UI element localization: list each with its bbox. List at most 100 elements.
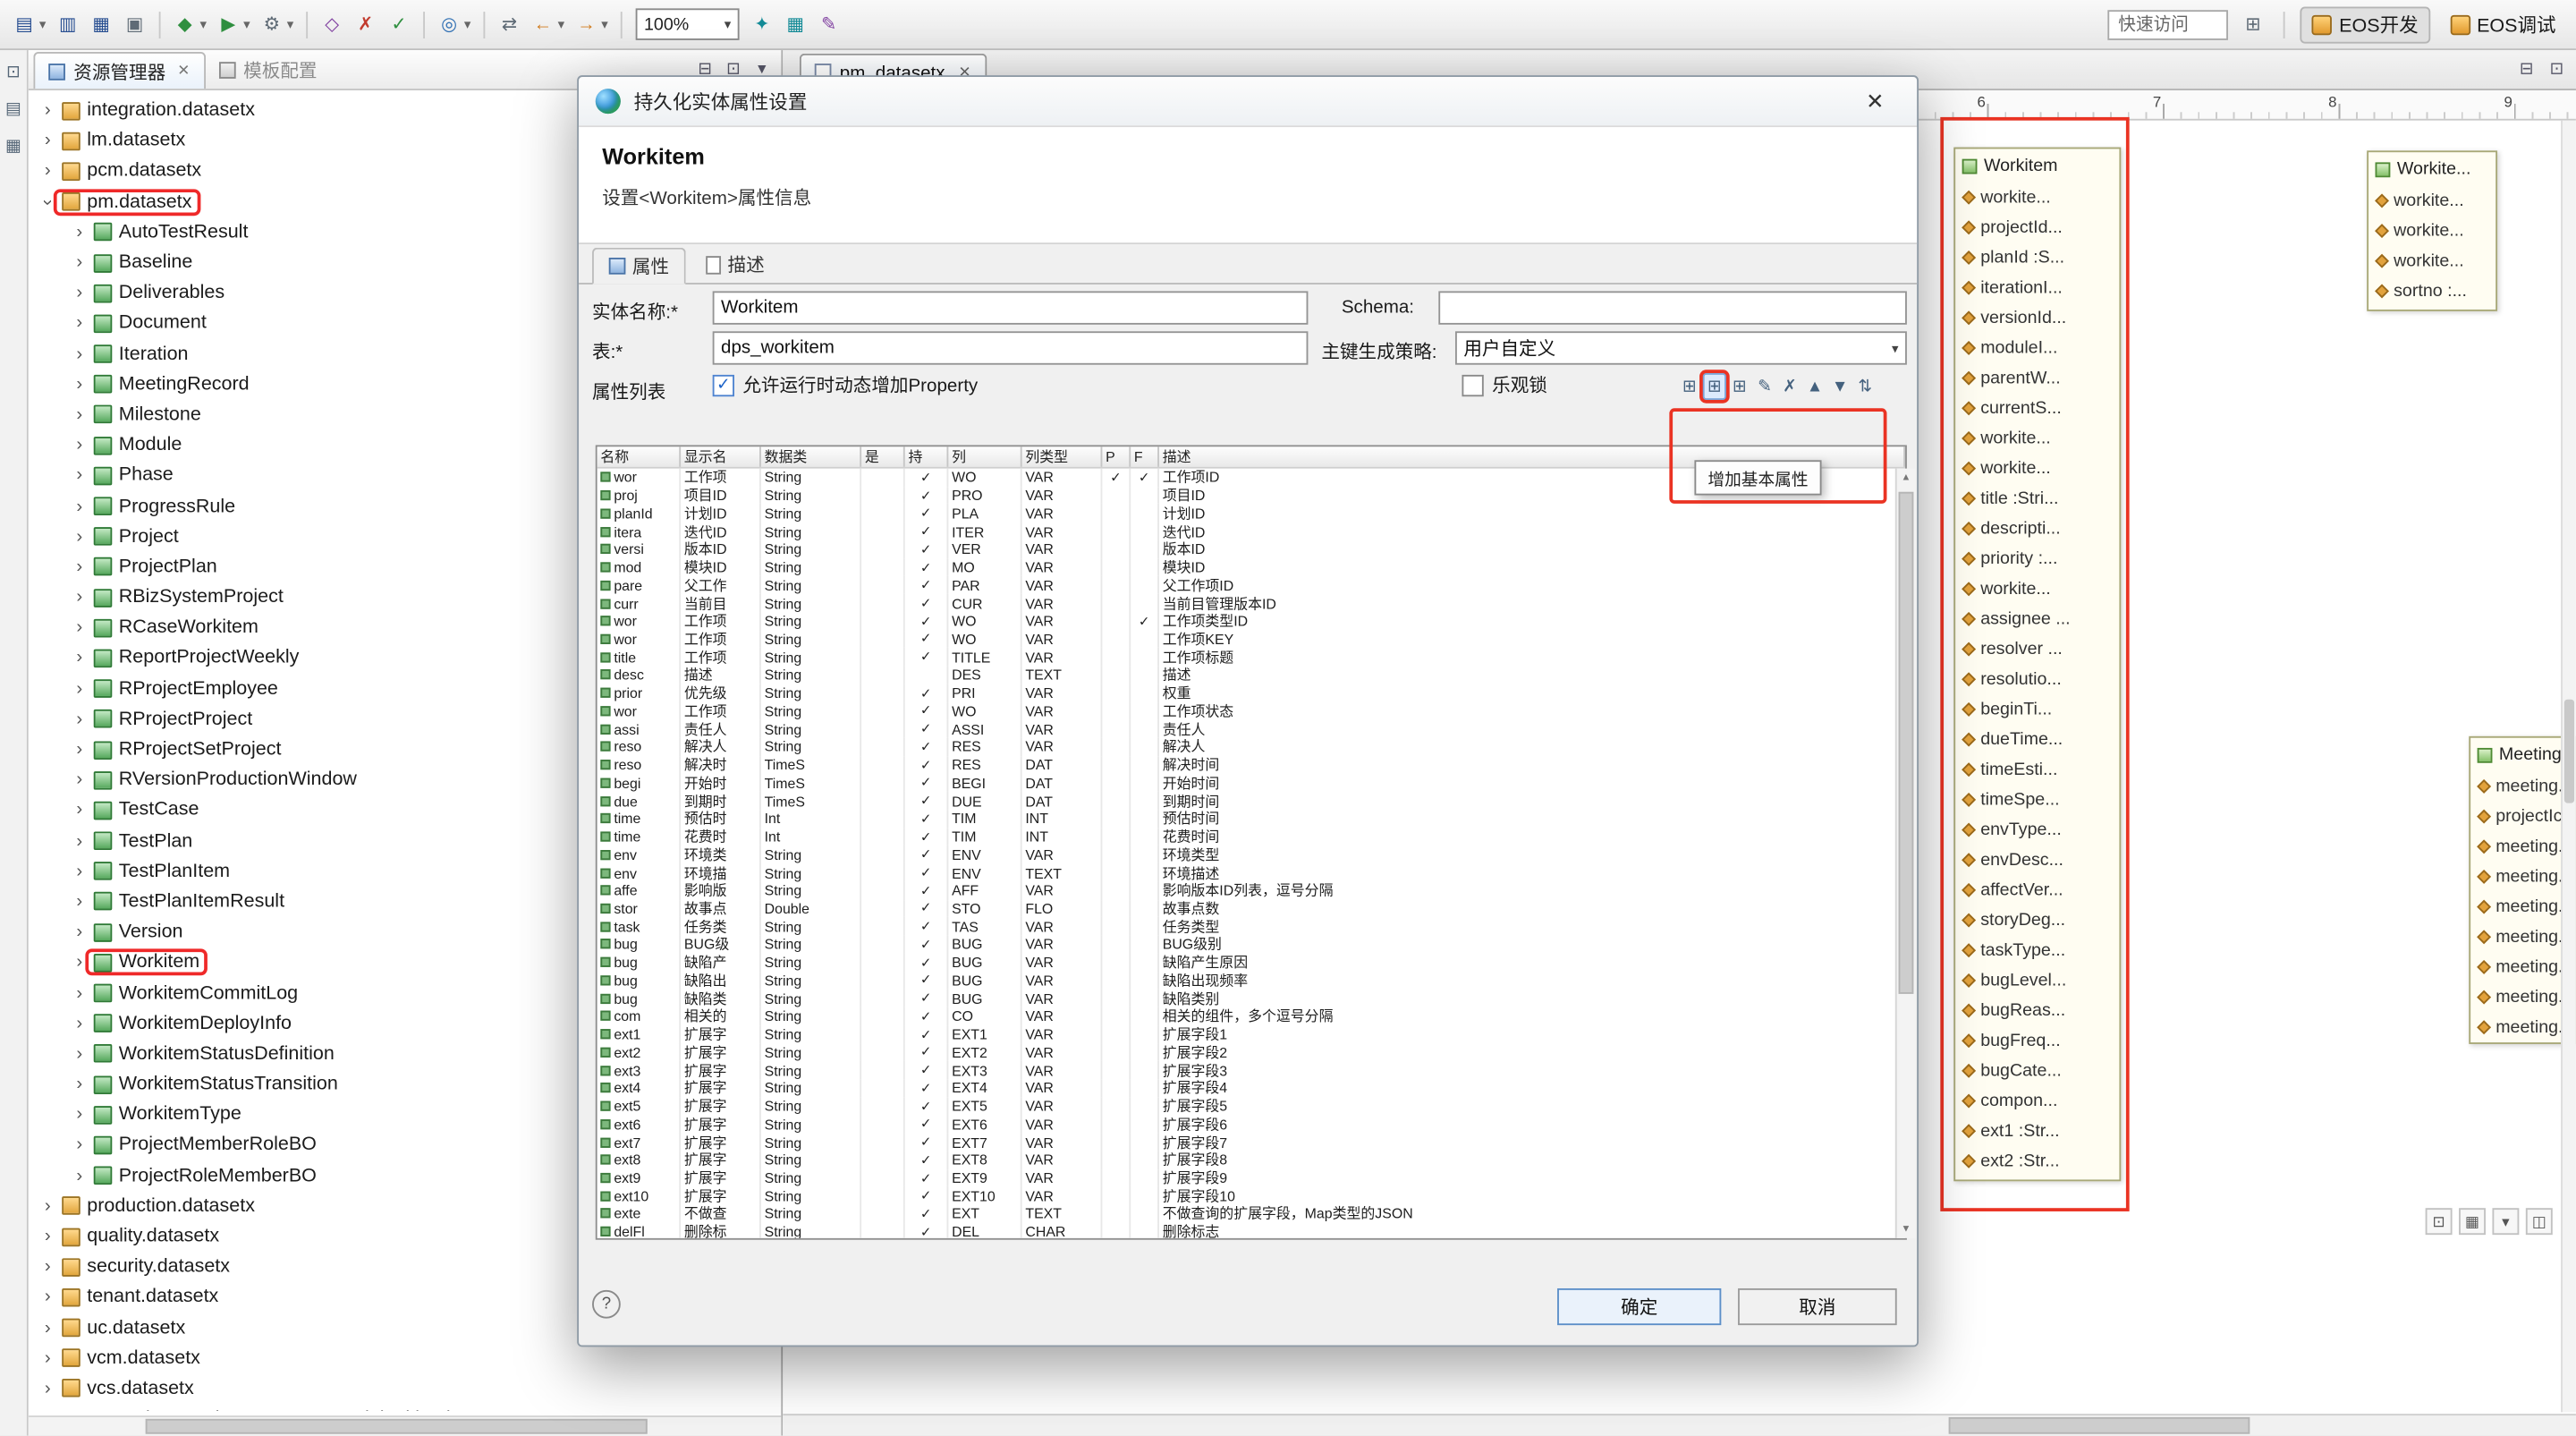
scrollbar-thumb[interactable] (2564, 700, 2574, 803)
property-tool-icon[interactable]: ⊞ (1703, 373, 1726, 400)
property-tool-icon[interactable]: ⊞ (1678, 373, 1701, 400)
tree-expander-icon[interactable]: › (71, 983, 89, 1003)
layers-icon[interactable]: ◫ (2526, 1208, 2553, 1235)
entity-field[interactable]: versionId... (1955, 302, 2119, 333)
entity-field[interactable]: parentW... (1955, 363, 2119, 394)
table-row[interactable]: assi 责任人 String ✓ ASSI VAR 责任人 (597, 720, 1905, 738)
tree-expander-icon[interactable]: › (38, 1409, 57, 1411)
table-row[interactable]: time 预估时 Int ✓ TIM INT 预估时间 (597, 810, 1905, 828)
entity-field[interactable]: storyDeg... (1955, 905, 2119, 936)
entity-workitem[interactable]: Workitem workite... projectId... (1953, 148, 2121, 1182)
toolbar-icon[interactable]: ▾ (460, 8, 475, 40)
entity-field[interactable]: planId :S... (1955, 242, 2119, 273)
entity-field[interactable]: meeting... (2470, 922, 2574, 952)
table-row[interactable]: reso 解决人 String ✓ RES VAR 解决人 (597, 738, 1905, 756)
tree-expander-icon[interactable]: › (71, 313, 89, 333)
explorer-hscrollbar[interactable] (29, 1415, 782, 1435)
toolbar-icon[interactable]: ⇄ (494, 8, 526, 40)
table-row[interactable]: task 任务类 String ✓ TAS VAR 任务类型 (597, 917, 1905, 935)
entity-field[interactable]: projectId... (1955, 213, 2119, 243)
table-row[interactable]: reso 解决时 TimeS ✓ RES DAT 解决时间 (597, 756, 1905, 774)
tree-expander-icon[interactable]: › (38, 1318, 57, 1338)
entity-field[interactable]: resolutio... (1955, 664, 2119, 694)
entity-field[interactable]: meeting... (2470, 771, 2574, 802)
entity-header[interactable]: Workitem (1955, 149, 2119, 182)
tree-expander-icon[interactable]: › (71, 922, 89, 942)
overview-icon[interactable]: ⊡ (2426, 1208, 2453, 1235)
tree-expander-icon[interactable]: › (38, 1348, 57, 1368)
table-row[interactable]: ext8 扩展字 String ✓ EXT8 VAR 扩展字段8 (597, 1151, 1905, 1168)
toolbar-icon[interactable] (423, 11, 425, 38)
tab-template-config[interactable]: 模板配置 (205, 52, 330, 89)
grid-icon[interactable]: ▦ (2459, 1208, 2486, 1235)
entity-field[interactable]: meeting... (2470, 982, 2574, 1013)
property-tool-icon[interactable]: ✗ (1778, 373, 1801, 400)
table-row[interactable]: com 相关的 String ✓ CO VAR 相关的组件，多个逗号分隔 (597, 1007, 1905, 1025)
entity-field[interactable]: ext1 :Str... (1955, 1116, 2119, 1146)
entity-field[interactable]: iterationI... (1955, 273, 2119, 303)
tree-expander-icon[interactable]: › (71, 527, 89, 547)
entity-field[interactable]: bugLevel... (1955, 965, 2119, 996)
tree-expander-icon[interactable]: › (38, 1287, 57, 1307)
pk-strategy-select[interactable]: 用户自定义 ▾ (1455, 331, 1907, 364)
perspective-eos-dev-button[interactable]: EOS开发 (2301, 6, 2430, 43)
close-button[interactable]: ✕ (1850, 83, 1900, 120)
table-row[interactable]: title 工作项 String ✓ TITLE VAR 工作项标题 (597, 648, 1905, 666)
entity-field[interactable]: taskType... (1955, 935, 2119, 965)
perspective-eos-debug-button[interactable]: EOS调试 (2438, 6, 2568, 43)
toolbar-icon[interactable]: ✓ (383, 8, 415, 40)
tree-expander-icon[interactable]: › (38, 1196, 57, 1216)
entity-field[interactable]: affectVer... (1955, 875, 2119, 905)
tree-expander-icon[interactable]: › (71, 1075, 89, 1094)
table-row[interactable]: ext10 扩展字 String ✓ EXT10 VAR 扩展字段10 (597, 1187, 1905, 1205)
table-row[interactable]: ext3 扩展字 String ✓ EXT3 VAR 扩展字段3 (597, 1061, 1905, 1079)
tree-expander-icon[interactable]: › (38, 100, 57, 120)
entity-field[interactable]: workite... (2368, 186, 2496, 217)
tab-resource-explorer[interactable]: 资源管理器 ✕ (33, 52, 205, 89)
toolbar-icon[interactable]: ✎ (813, 8, 845, 40)
toolbar-icon[interactable] (483, 11, 485, 38)
cancel-button[interactable]: 取消 (1738, 1288, 1897, 1325)
table-row[interactable]: bug 缺陷产 String ✓ BUG VAR 缺陷产生原因 (597, 954, 1905, 972)
tree-expander-icon[interactable]: › (71, 831, 89, 851)
toolbar-icon[interactable] (159, 11, 161, 38)
entity-workitem-type[interactable]: Workite... workite... workite... (2367, 150, 2497, 311)
tree-expander-icon[interactable]: › (71, 497, 89, 516)
scrollbar-thumb[interactable] (1899, 492, 1914, 994)
table-row[interactable]: ext7 扩展字 String ✓ EXT7 VAR 扩展字段7 (597, 1133, 1905, 1151)
entity-field[interactable]: ext2 :Str... (1955, 1146, 2119, 1177)
ok-button[interactable]: 确定 (1557, 1288, 1721, 1325)
tree-expander-icon[interactable]: › (71, 892, 89, 912)
toolbar-icon[interactable]: ▾ (239, 8, 254, 40)
entity-field[interactable]: workite... (1955, 454, 2119, 484)
tree-item[interactable]: › vcm.datasetx (29, 1343, 782, 1373)
entity-header[interactable]: Meeting... (2470, 738, 2574, 771)
table-row[interactable]: begi 开始时 TimeS ✓ BEGI DAT 开始时间 (597, 774, 1905, 792)
table-row[interactable]: exte 不做查 String ✓ EXT TEXT 不做查询的扩展字段，Map… (597, 1205, 1905, 1223)
close-icon[interactable]: ✕ (177, 62, 190, 81)
column-header[interactable]: 是 (861, 446, 905, 466)
table-row[interactable]: ext5 扩展字 String ✓ EXT5 VAR 扩展字段5 (597, 1097, 1905, 1115)
tree-expander-icon[interactable]: › (71, 344, 89, 363)
tree-expander-icon[interactable]: › (71, 862, 89, 881)
table-row[interactable]: curr 当前目 String ✓ CUR VAR 当前目管理版本ID (597, 594, 1905, 612)
entity-field[interactable]: beginTi... (1955, 694, 2119, 725)
table-row[interactable]: planId 计划ID String ✓ PLA VAR 计划ID (597, 505, 1905, 523)
tree-expander-icon[interactable]: › (71, 1044, 89, 1064)
tree-expander-icon[interactable]: › (71, 557, 89, 577)
tree-expander-icon[interactable]: › (71, 222, 89, 242)
entity-field[interactable]: meeting... (2470, 862, 2574, 892)
tree-item[interactable]: › vcs.datasetx (29, 1373, 782, 1404)
tree-expander-icon[interactable]: › (38, 1227, 57, 1246)
entity-field[interactable]: meeting... (2470, 892, 2574, 922)
table-row[interactable]: itera 迭代ID String ✓ ITER VAR 迭代ID (597, 523, 1905, 540)
toolbar-icon[interactable]: ▾ (35, 8, 50, 40)
tree-expander-icon[interactable]: › (38, 161, 57, 181)
zoom-combo[interactable]: 100% ▾ (636, 8, 740, 40)
toolbar-icon[interactable]: ▾ (283, 8, 298, 40)
toolbar-icon[interactable]: ▾ (554, 8, 569, 40)
tree-expander-icon[interactable]: › (71, 618, 89, 638)
entity-field[interactable]: projectIc... (2470, 802, 2574, 832)
entity-field[interactable]: dueTime... (1955, 725, 2119, 755)
minimize-icon[interactable]: ⊟ (2514, 57, 2539, 82)
